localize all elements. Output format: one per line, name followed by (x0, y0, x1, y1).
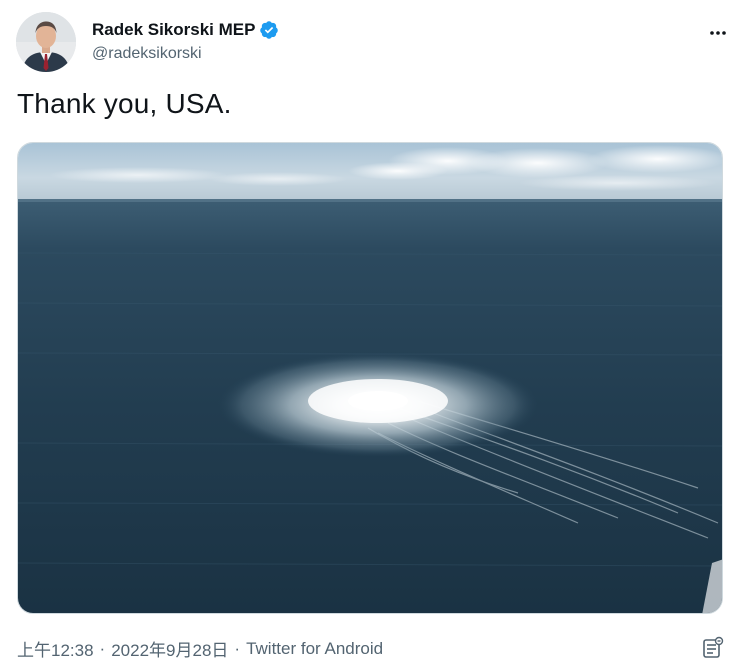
tweet-photo[interactable] (17, 142, 723, 614)
avatar[interactable] (16, 12, 76, 72)
tweet-meta: 上午12:38 · 2022年9月28日 · Twitter for Andro… (17, 636, 383, 661)
verified-badge-icon (259, 20, 279, 40)
display-name-row: Radek Sikorski MEP (92, 18, 279, 42)
author-handle[interactable]: @radeksikorski (92, 45, 279, 63)
sea-gas-leak-image (18, 143, 722, 613)
tweet-text: Thank you, USA. (17, 88, 232, 119)
display-name[interactable]: Radek Sikorski MEP (92, 20, 255, 40)
avatar-photo (16, 12, 76, 72)
author-names: Radek Sikorski MEP @radeksikorski (92, 18, 279, 63)
meta-separator: · (234, 638, 241, 658)
tweet-source[interactable]: Twitter for Android (246, 639, 383, 659)
tweet-header: Radek Sikorski MEP @radeksikorski (16, 12, 735, 72)
more-horizontal-icon[interactable] (701, 16, 735, 50)
tweet-date[interactable]: 2022年9月28日 (111, 636, 228, 661)
tweet-time[interactable]: 上午12:38 (17, 636, 94, 661)
meta-separator: · (99, 638, 106, 658)
tweet-analytics-icon[interactable] (701, 636, 725, 660)
